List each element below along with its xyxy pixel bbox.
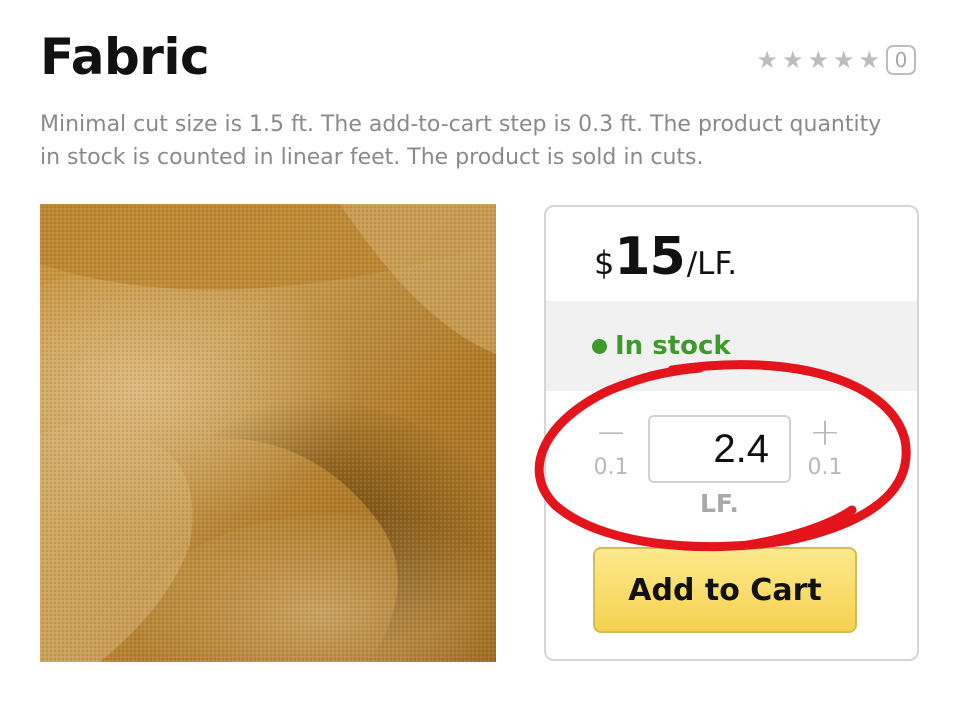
stock-status: In stock	[592, 331, 731, 361]
quantity-unit: LF.	[700, 489, 739, 518]
product-image	[40, 204, 496, 662]
price-unit: /LF.	[686, 246, 738, 282]
product-page: Fabric ★ ★ ★ ★ ★ 0 Minimal cut size is 1…	[0, 0, 960, 702]
star-icon[interactable]: ★	[782, 48, 804, 72]
quantity-input[interactable]	[648, 415, 791, 483]
buy-box: $ 15 /LF. In stock − 0.1 + 0.1 LF. Add t…	[544, 205, 919, 661]
minus-icon[interactable]: −	[595, 413, 627, 451]
star-icon[interactable]: ★	[756, 48, 778, 72]
price-amount: 15	[614, 227, 685, 287]
increase-step: 0.1	[807, 455, 843, 480]
star-icon[interactable]: ★	[858, 48, 880, 72]
rating-count[interactable]: 0	[886, 45, 916, 75]
quantity-decrease-button[interactable]: − 0.1	[588, 413, 634, 480]
product-title: Fabric	[40, 28, 210, 86]
in-stock-dot-icon	[592, 338, 607, 354]
rating[interactable]: ★ ★ ★ ★ ★ 0	[756, 45, 916, 75]
star-icon[interactable]: ★	[833, 48, 855, 72]
stock-label: In stock	[615, 331, 731, 361]
quantity-increase-button[interactable]: + 0.1	[802, 413, 848, 480]
star-icon[interactable]: ★	[807, 48, 829, 72]
price-currency: $	[594, 244, 615, 282]
add-to-cart-button[interactable]: Add to Cart	[593, 547, 857, 633]
plus-icon[interactable]: +	[809, 413, 841, 451]
price: $ 15 /LF.	[594, 227, 737, 287]
product-description: Minimal cut size is 1.5 ft. The add-to-c…	[40, 112, 882, 170]
decrease-step: 0.1	[593, 455, 629, 480]
